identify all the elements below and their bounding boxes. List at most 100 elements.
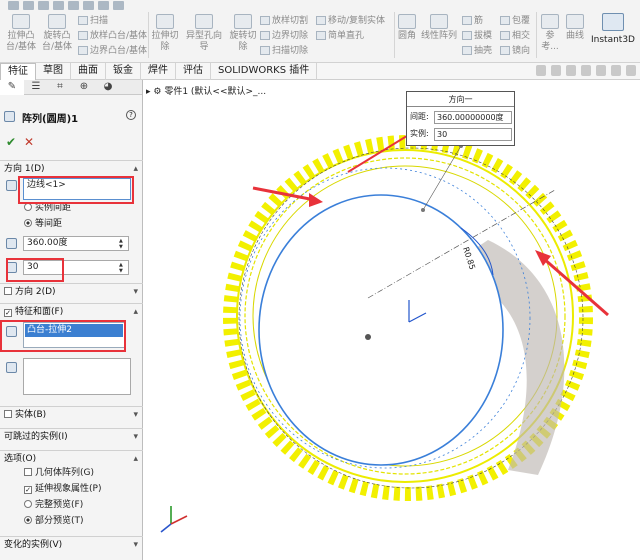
view-orientation-icon[interactable]	[596, 65, 606, 76]
fillet-icon	[398, 14, 416, 29]
angle-field[interactable]: 360.00度 ▲ ▼	[23, 236, 129, 251]
sweep-cut-icon	[260, 46, 270, 55]
instances-to-skip-header[interactable]: 可跳过的实例(I) ▾	[0, 428, 143, 444]
zoom-fit-icon[interactable]	[551, 65, 561, 76]
shell-button[interactable]: 抽壳	[462, 45, 492, 57]
equal-spacing-radio[interactable]: 等间距	[24, 218, 62, 230]
mirror-button[interactable]: 镜向	[500, 45, 530, 57]
radio-off-icon	[24, 203, 32, 211]
select-icon[interactable]	[83, 1, 94, 10]
undo-icon[interactable]	[68, 1, 79, 10]
rib-label: 筋	[474, 16, 484, 26]
loft-cut-icon	[260, 16, 270, 25]
sweep-icon	[78, 16, 88, 25]
hole-wizard-button[interactable]: 异型孔向导	[182, 14, 226, 53]
panel-tabs: ✎ ☰ ⌗ ⊕ ◕	[0, 80, 142, 95]
wrap-button[interactable]: 包覆	[500, 15, 530, 27]
feature-tree-tab-icon[interactable]: ☰	[24, 80, 48, 95]
checkbox-off-icon	[4, 410, 12, 418]
dimxpert-tab-icon[interactable]: ⊕	[72, 80, 96, 95]
search-commands-icon[interactable]	[536, 65, 546, 76]
options-title: 选项(O)	[4, 454, 37, 464]
callout-count-label: 实例:	[410, 129, 429, 138]
graphics-area[interactable]: ▸ ⚙ 零件1 (默认<<默认>_... R0.85 方向一 间距: 360.0…	[143, 80, 640, 560]
features-faces-checkbox[interactable]: ✓	[4, 307, 15, 317]
revolve-cut-button[interactable]: 旋转切除	[228, 14, 258, 53]
direction2-checkbox[interactable]	[4, 287, 15, 297]
options-header[interactable]: 选项(O) ▴	[0, 450, 143, 466]
tab-weldments[interactable]: 焊件	[141, 63, 176, 80]
rib-button[interactable]: 筋	[462, 15, 483, 27]
rebuild-icon[interactable]	[98, 1, 109, 10]
hide-show-icon[interactable]	[626, 65, 636, 76]
zoom-area-icon[interactable]	[566, 65, 576, 76]
loft-boss-icon	[78, 31, 88, 40]
extrude-boss-button[interactable]: 拉伸凸台/基体	[4, 14, 38, 53]
bodies-checkbox[interactable]	[4, 410, 15, 420]
intersect-button[interactable]: 相交	[500, 30, 530, 42]
tab-sketch[interactable]: 草图	[36, 63, 71, 80]
print-icon[interactable]	[53, 1, 64, 10]
cancel-button[interactable]: ✕	[24, 135, 34, 149]
revolve-boss-button[interactable]: 旋转凸台/基体	[40, 14, 74, 53]
instant3d-button[interactable]: Instant3D	[589, 13, 637, 57]
display-manager-tab-icon[interactable]: ◕	[96, 80, 120, 95]
options-icon[interactable]	[113, 1, 124, 10]
angle-spinner-icon[interactable]: ▲ ▼	[119, 238, 127, 250]
collapse-chevron-icon: ▴	[133, 307, 138, 317]
loft-cut-button[interactable]: 放样切割	[260, 15, 308, 27]
help-icon[interactable]: ?	[126, 110, 136, 120]
open-icon[interactable]	[23, 1, 34, 10]
callout-count-field[interactable]: 30	[434, 128, 512, 141]
features-faces-header[interactable]: ✓ 特征和面(F) ▴	[0, 303, 143, 319]
move-copy-icon	[316, 16, 326, 25]
checkbox-on-icon: ✓	[24, 486, 32, 494]
simple-hole-button[interactable]: 简单直孔	[316, 30, 364, 42]
linear-pattern-button[interactable]: 线性阵列	[419, 14, 459, 42]
config-manager-tab-icon[interactable]: ⌗	[48, 80, 72, 95]
faces-to-pattern-list[interactable]	[23, 358, 131, 395]
move-copy-body-button[interactable]: 移动/复制实体	[316, 15, 385, 27]
tab-sheet-metal[interactable]: 钣金	[106, 63, 141, 80]
tab-evaluate[interactable]: 评估	[176, 63, 211, 80]
geometry-pattern-checkbox[interactable]: 几何体阵列(G)	[24, 467, 94, 479]
model-viewport: R0.85	[160, 116, 609, 533]
direction2-header[interactable]: 方向 2(D) ▾	[0, 283, 143, 299]
display-style-icon[interactable]	[611, 65, 621, 76]
boundary-boss-button[interactable]: 边界凸台/基体	[78, 45, 147, 57]
tab-solidworks-addins[interactable]: SOLIDWORKS 插件	[211, 63, 318, 80]
reference-geometry-button[interactable]: 参考...	[538, 14, 562, 53]
direction1-header[interactable]: 方向 1(D) ▴	[0, 160, 143, 176]
property-manager-tab-icon[interactable]: ✎	[0, 80, 24, 95]
section-view-icon[interactable]	[581, 65, 591, 76]
partial-preview-radio[interactable]: 部分预览(T)	[24, 515, 84, 527]
shell-label: 抽壳	[474, 46, 493, 56]
loft-boss-button[interactable]: 放样凸台/基体	[78, 30, 147, 42]
count-spinner-icon[interactable]: ▲ ▼	[119, 262, 127, 274]
propagate-visual-checkbox[interactable]: ✓ 延伸视象属性(P)	[24, 483, 101, 495]
axis-direction-icon[interactable]	[6, 180, 17, 191]
fillet-button[interactable]: 圆角	[396, 14, 418, 42]
boundary-cut-button[interactable]: 边界切除	[260, 30, 308, 42]
ok-button[interactable]: ✔	[6, 135, 16, 149]
extrude-cut-button[interactable]: 拉伸切除	[150, 14, 180, 53]
curves-button[interactable]: 曲线	[564, 14, 586, 42]
bodies-header[interactable]: 实体(B) ▾	[0, 406, 143, 422]
full-preview-radio[interactable]: 完整预览(F)	[24, 499, 83, 511]
save-icon[interactable]	[38, 1, 49, 10]
boundary-cut-icon	[260, 31, 270, 40]
sweep-cut-button[interactable]: 扫描切除	[260, 45, 308, 57]
instant3d-label: Instant3D	[591, 35, 635, 45]
new-icon[interactable]	[8, 1, 19, 10]
callout-spacing-field[interactable]: 360.00000000度	[434, 111, 512, 124]
sweep-button[interactable]: 扫描	[78, 15, 108, 27]
revolve-boss-label: 旋转凸台/基体	[41, 31, 73, 52]
tab-surfaces[interactable]: 曲面	[71, 63, 106, 80]
linear-pattern-icon	[430, 14, 448, 29]
sweep-cut-label: 扫描切除	[272, 46, 309, 56]
tab-features[interactable]: 特征	[0, 63, 36, 80]
draft-button[interactable]: 拔模	[462, 30, 492, 42]
loft-cut-label: 放样切割	[272, 16, 309, 26]
varying-instances-header[interactable]: 变化的实例(V) ▾	[0, 536, 143, 552]
direction1-title: 方向 1(D)	[4, 164, 45, 174]
